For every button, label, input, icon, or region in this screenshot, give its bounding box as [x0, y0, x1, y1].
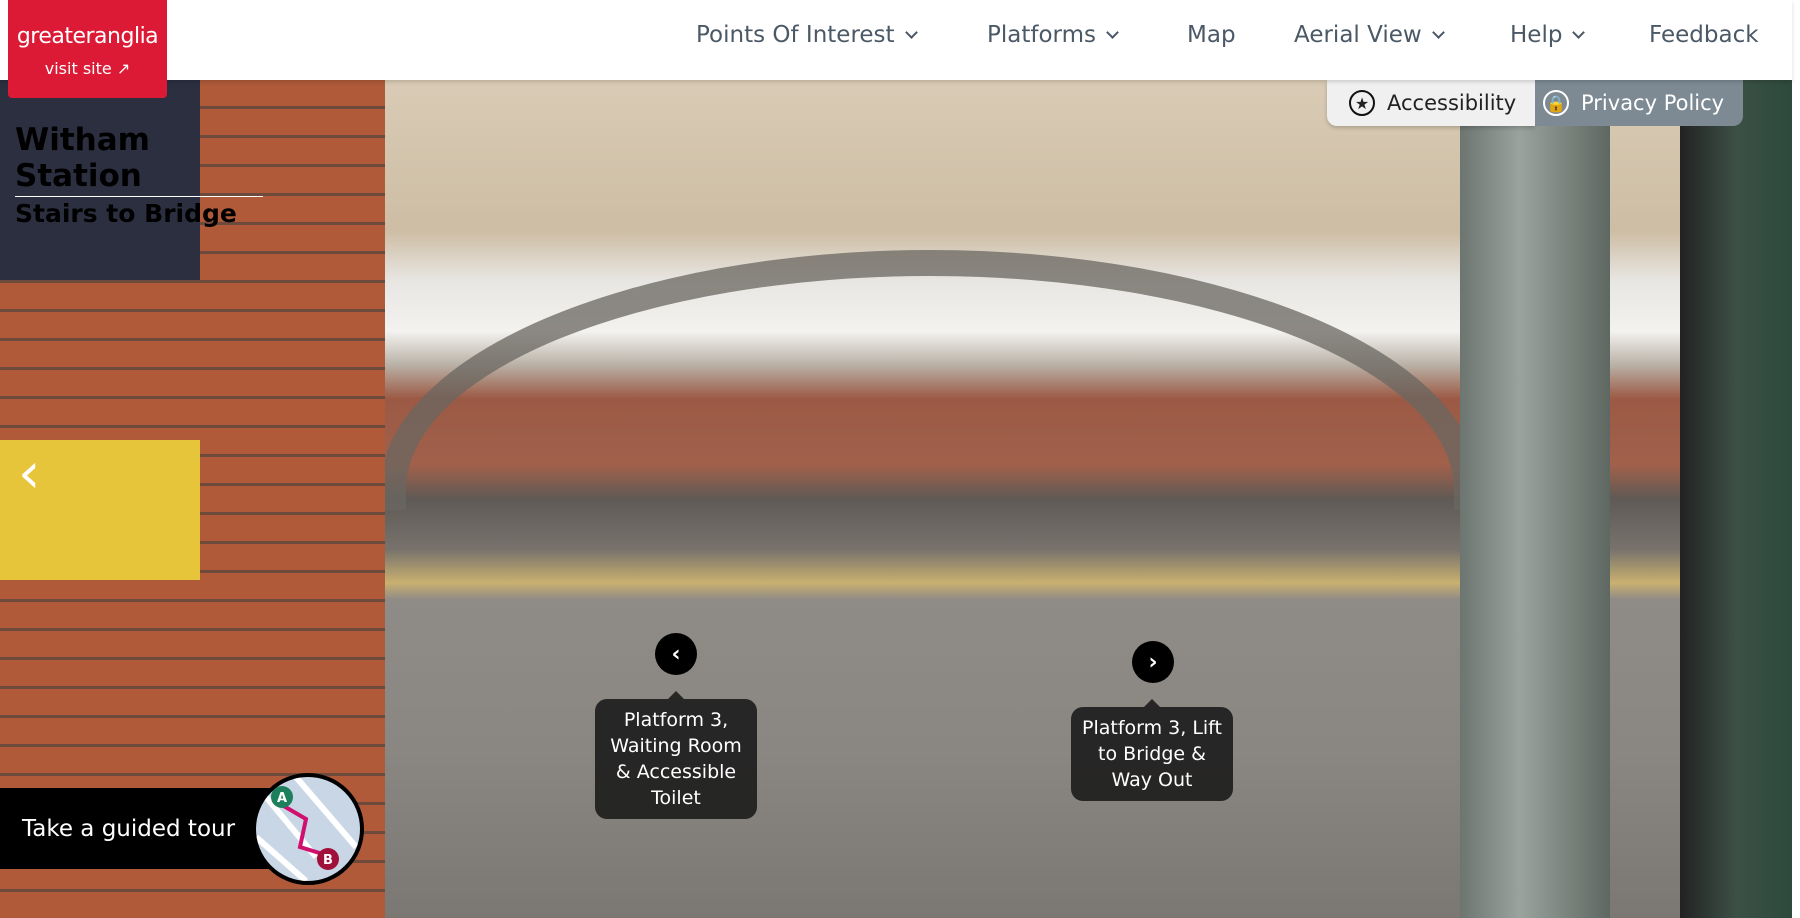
- accessibility-label: Accessibility: [1387, 91, 1517, 115]
- chevron-down-icon: [1106, 26, 1119, 39]
- nav-map[interactable]: Map: [1187, 22, 1236, 48]
- hotspot-label-text: Platform 3, Lift to Bridge & Way Out: [1081, 717, 1222, 791]
- chevron-left-icon: ‹: [671, 641, 681, 667]
- chevron-down-icon: [904, 26, 918, 39]
- privacy-label: Privacy Policy: [1581, 91, 1725, 115]
- accessibility-icon: ★: [1349, 90, 1375, 116]
- privacy-policy-button[interactable]: 🔒 Privacy Policy: [1535, 80, 1743, 126]
- scene-name: Stairs to Bridge: [15, 199, 237, 228]
- hotspot-back-button[interactable]: ‹: [655, 633, 697, 675]
- lock-icon: 🔒: [1543, 90, 1569, 116]
- nav-help[interactable]: Help: [1510, 22, 1586, 48]
- route-map-icon[interactable]: A B: [252, 773, 364, 885]
- svg-text:B: B: [323, 853, 333, 868]
- nav-aerial-view[interactable]: Aerial View: [1294, 22, 1445, 48]
- chevron-down-icon: [1431, 26, 1445, 39]
- pillar: [1460, 80, 1610, 918]
- nav-points-of-interest[interactable]: Points Of Interest: [696, 22, 918, 48]
- guided-tour-label: Take a guided tour: [22, 815, 236, 842]
- pillar: [1680, 80, 1792, 918]
- hotspot-label[interactable]: Platform 3, Lift to Bridge & Way Out: [1071, 699, 1233, 801]
- nav-label: Aerial View: [1294, 22, 1422, 48]
- nav-label: Help: [1510, 22, 1563, 48]
- platform-canopy-arch: [380, 250, 1480, 510]
- nav-feedback[interactable]: Feedback: [1649, 22, 1759, 48]
- top-header: Points Of Interest Platforms Map Aerial …: [0, 0, 1792, 80]
- accessibility-button[interactable]: ★ Accessibility: [1327, 80, 1535, 126]
- hotspot-label[interactable]: Platform 3, Waiting Room & Accessible To…: [595, 691, 757, 819]
- external-link-icon: ↗: [116, 59, 131, 78]
- nav-label: Map: [1187, 22, 1236, 48]
- svg-text:A: A: [277, 791, 287, 806]
- nav-label: Platforms: [987, 22, 1096, 48]
- route-map-graphic: A B: [256, 777, 359, 881]
- nav-label: Feedback: [1649, 22, 1759, 48]
- location-title: Witham Station Stairs to Bridge: [15, 122, 263, 228]
- hotspot-label-text: Platform 3, Waiting Room & Accessible To…: [610, 709, 742, 809]
- main-nav: Points Of Interest Platforms Map Aerial …: [0, 0, 1792, 80]
- chevron-right-icon: ›: [1148, 649, 1158, 675]
- previous-scene-arrow-icon[interactable]: ‹: [18, 446, 40, 502]
- greateranglia-logo-link[interactable]: greateranglia visit site ↗: [8, 0, 167, 98]
- nav-label: Points Of Interest: [696, 22, 895, 48]
- station-name: Witham Station: [15, 122, 263, 197]
- hotspot-forward-button[interactable]: ›: [1132, 641, 1174, 683]
- nav-platforms[interactable]: Platforms: [987, 22, 1119, 48]
- visit-site-label: visit site: [44, 59, 112, 78]
- chevron-down-icon: [1572, 26, 1586, 39]
- brand-name: greateranglia: [16, 24, 159, 49]
